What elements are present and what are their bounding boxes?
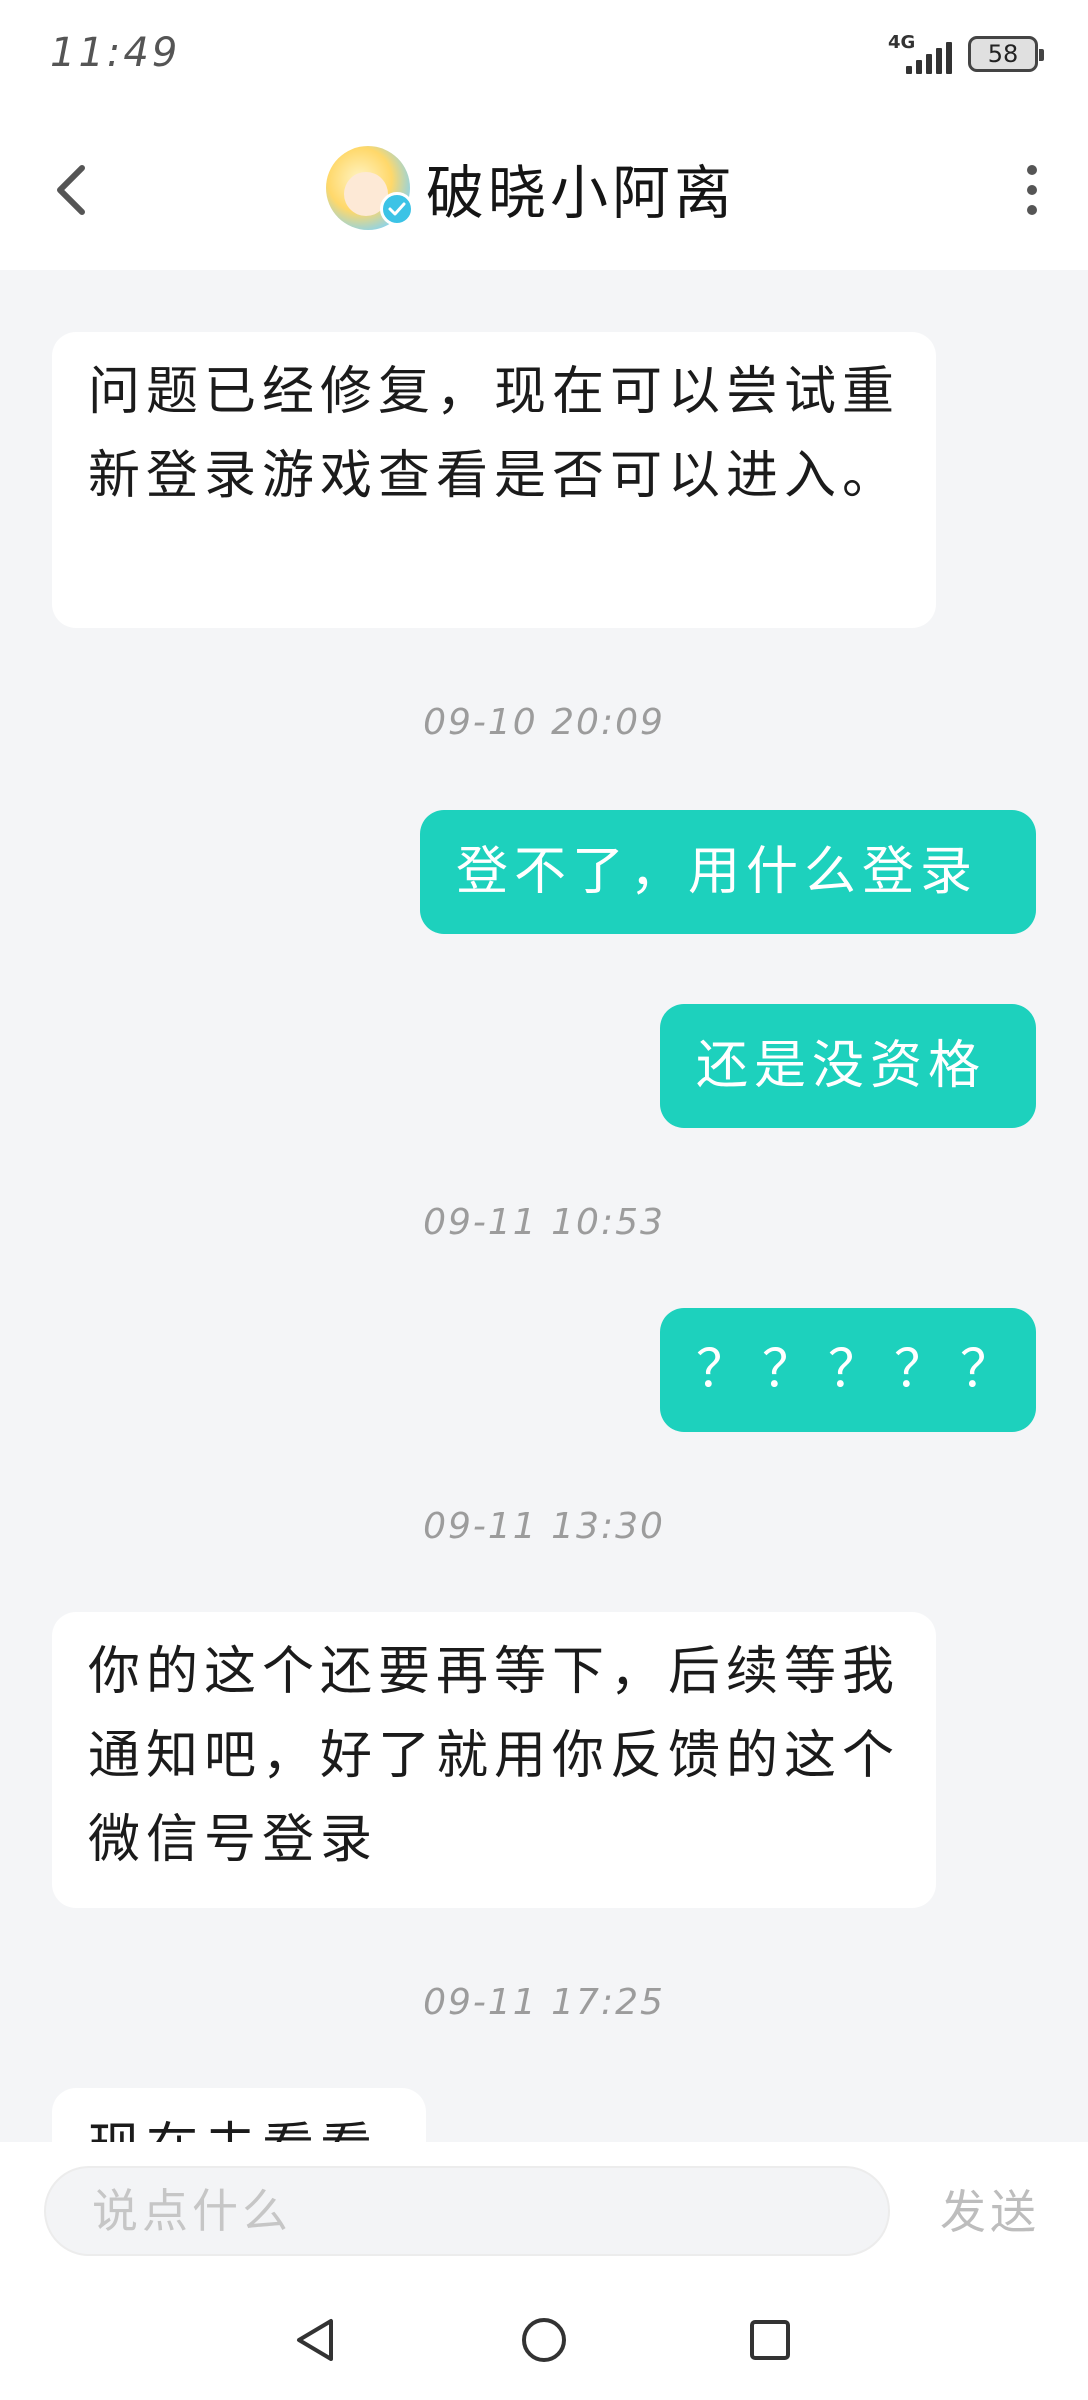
- message-bubble-outgoing[interactable]: 还是没资格: [660, 1004, 1036, 1128]
- message-timestamp: 09-11 10:53: [423, 1202, 665, 1243]
- system-nav-bar: [0, 2272, 1088, 2400]
- message-text: 现在去看看: [88, 2118, 378, 2142]
- chat-header: 破晓小阿离: [0, 110, 1088, 270]
- battery-icon: 58: [968, 36, 1044, 72]
- message-input[interactable]: 说点什么: [44, 2166, 890, 2256]
- contact-title-group[interactable]: 破晓小阿离: [326, 146, 736, 230]
- message-bubble-outgoing[interactable]: ？？？？？: [660, 1308, 1036, 1432]
- status-time: 11:49: [50, 30, 181, 76]
- send-button[interactable]: 发送: [940, 2172, 1040, 2252]
- back-button[interactable]: [42, 160, 102, 220]
- message-bubble-outgoing[interactable]: 登不了，用什么登录: [420, 810, 1036, 934]
- status-bar: 11:49 4G 58: [0, 0, 1088, 110]
- page-title: 破晓小阿离: [426, 159, 737, 227]
- signal-icon: 4G: [888, 32, 954, 74]
- message-bubble-incoming[interactable]: 现在去看看: [52, 2088, 426, 2142]
- nav-home-button[interactable]: [516, 2312, 572, 2368]
- message-text: 登不了，用什么登录: [456, 842, 979, 902]
- message-text: 还是没资格: [696, 1036, 987, 1096]
- message-input-bar: 说点什么 发送: [0, 2142, 1088, 2272]
- status-icons: 4G 58: [888, 32, 1044, 74]
- chat-messages[interactable]: 问题已经修复，现在可以尝试重新登录游戏查看是否可以进入。 09-10 20:09…: [0, 270, 1088, 2142]
- chevron-left-icon: [57, 165, 85, 215]
- message-timestamp: 09-11 17:25: [423, 1982, 665, 2023]
- message-timestamp: 09-11 13:30: [423, 1506, 665, 1547]
- circle-home-icon: [522, 2318, 566, 2362]
- more-vertical-icon: [1027, 165, 1037, 175]
- avatar[interactable]: [326, 146, 414, 230]
- message-bubble-incoming[interactable]: 问题已经修复，现在可以尝试重新登录游戏查看是否可以进入。: [52, 332, 936, 628]
- message-text: ？？？？？: [696, 1340, 1027, 1400]
- nav-back-button[interactable]: [288, 2312, 344, 2368]
- message-text: 问题已经修复，现在可以尝试重新登录游戏查看是否可以进入。: [88, 362, 901, 506]
- message-bubble-incoming[interactable]: 你的这个还要再等下，后续等我通知吧，好了就用你反馈的这个微信号登录: [52, 1612, 936, 1908]
- triangle-back-icon: [297, 2319, 333, 2361]
- battery-level: 58: [987, 40, 1019, 68]
- nav-recents-button[interactable]: [742, 2312, 798, 2368]
- square-recents-icon: [750, 2320, 790, 2360]
- message-timestamp: 09-10 20:09: [423, 702, 665, 743]
- verified-badge-icon: [380, 192, 414, 226]
- message-text: 你的这个还要再等下，后续等我通知吧，好了就用你反馈的这个微信号登录: [88, 1642, 901, 1870]
- more-options-button[interactable]: [1012, 160, 1052, 220]
